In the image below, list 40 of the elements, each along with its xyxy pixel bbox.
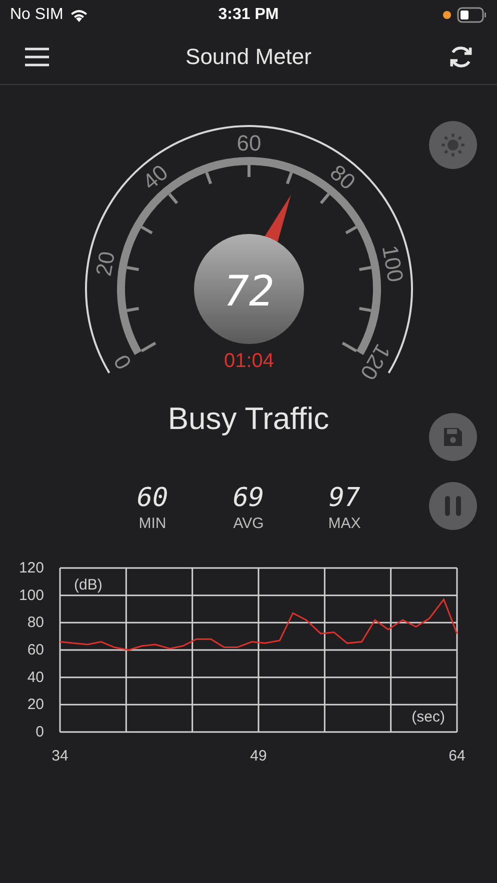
timer-text: 01:04 (223, 350, 274, 372)
stat-label: MIN (138, 515, 166, 532)
scale-label: 100 (376, 243, 408, 284)
scale-label: 80 (324, 160, 360, 195)
clock-text: 3:31 PM (218, 6, 279, 24)
screen-title: Sound Meter (186, 44, 312, 70)
decibel-readout: 72 (223, 266, 274, 316)
scale-label: 60 (236, 130, 261, 156)
y-tick-label: 100 (18, 586, 44, 604)
scale-label: 20 (90, 249, 120, 278)
noise-level-text: Busy Traffic (168, 401, 330, 438)
brightness-button[interactable] (429, 121, 477, 169)
y-tick-label: 40 (27, 668, 44, 686)
stat-label: AVG (233, 515, 264, 532)
x-axis-label: (sec) (412, 708, 445, 726)
y-tick-label: 120 (18, 560, 44, 576)
pause-icon (442, 494, 464, 518)
y-tick-label: 20 (27, 696, 44, 714)
scale-label: 120 (354, 340, 395, 384)
battery-icon (457, 7, 487, 23)
y-tick-label: 60 (27, 642, 44, 658)
wifi-icon (69, 8, 90, 22)
scale-label: 40 (137, 160, 172, 195)
x-tick-label: 34 (52, 748, 68, 761)
indicator-dot-icon (443, 11, 451, 19)
menu-icon[interactable] (24, 47, 50, 67)
y-tick-label: 80 (27, 614, 44, 632)
x-tick-label: 64 (448, 748, 466, 761)
save-button[interactable] (429, 413, 477, 461)
sun-icon (440, 132, 466, 158)
pause-button[interactable] (429, 482, 477, 530)
stat-label: MAX (328, 515, 361, 532)
y-axis-label: (dB) (74, 576, 102, 594)
y-tick-label: 0 (36, 724, 44, 740)
scale-label: 0 (108, 350, 136, 374)
stat-value: 97 (328, 483, 360, 513)
stat-value: 60 (136, 483, 168, 513)
x-tick-label: 49 (250, 748, 267, 761)
stat-value: 69 (232, 483, 264, 513)
carrier-text: No SIM (10, 6, 64, 24)
